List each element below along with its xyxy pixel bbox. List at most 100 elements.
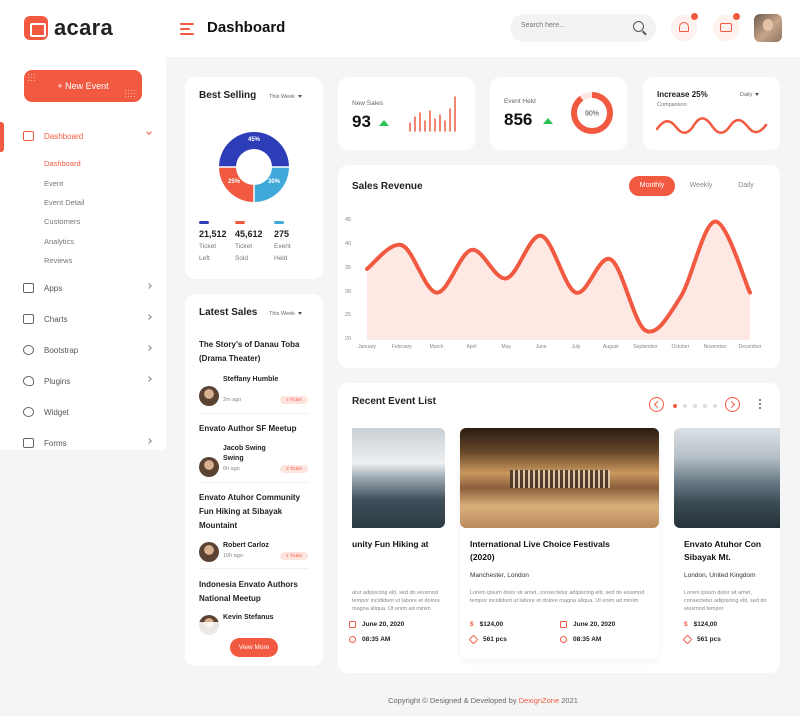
event-description: atur adipiscing elit, sed do eiusmod tem… [352,590,440,612]
footer-text: Copyright © Designed & Developed by [388,696,519,705]
footer: Copyright © Designed & Developed by Dexi… [166,696,800,705]
carousel-next-button[interactable] [725,397,740,412]
sidebar-item-apps[interactable]: Apps [23,283,152,293]
search-icon[interactable] [633,21,644,32]
donut-label-red: 25% [228,179,241,185]
event-pcs: 561 pcs [682,634,721,645]
bell-icon [679,22,689,32]
best-selling-card: Best Selling This Week 45% 25% 30% 21,51… [185,77,323,279]
sidebar: + New Event Dashboard Dashboard Event Ev… [0,57,166,450]
event-held-ring: 90% [571,92,613,134]
brand-logo[interactable]: acara [24,15,113,41]
donut-label-blue: 45% [248,137,261,143]
x-tick-label: October [671,344,690,350]
dots-decoration [27,73,37,81]
clock-icon [560,636,567,643]
sidebar-item-label: Plugins [44,376,71,386]
increase-subtitle: Comparison [657,102,687,108]
best-selling-donut: 45% 25% 30% [219,132,289,202]
footer-brand-link[interactable]: DexignZone [519,696,559,705]
submenu-analytics[interactable]: Analytics [44,237,74,246]
sidebar-item-label: Widget [44,407,69,417]
stat-label: Ticket Left [199,243,217,262]
sidebar-item-charts[interactable]: Charts [23,314,152,324]
donut-label-light: 30% [268,179,281,185]
submenu-customers[interactable]: Customers [44,217,80,226]
x-tick-label: March [429,344,444,350]
legend-swatch [199,221,209,224]
avatar [199,386,219,406]
carousel-prev-button[interactable] [649,397,664,412]
stat-label: Ticket Sold [235,243,253,262]
carousel-dot[interactable] [673,404,677,408]
stat-value: 45,612 [235,229,263,239]
view-more-button[interactable]: View More [230,638,278,657]
new-sales-sparkbars [409,96,456,132]
event-description: Lorem ipsum dolor sit amet, consectetur … [684,590,767,612]
chevron-right-icon [146,345,152,351]
latest-sales-card: Latest Sales This Week The Story’s of Da… [185,294,323,666]
message-icon [720,23,732,32]
x-tick-label: August [602,344,619,350]
sidebar-item-bootstrap[interactable]: Bootstrap [23,345,152,355]
menu-toggle-icon[interactable] [180,23,194,38]
period-dropdown[interactable]: This Week [269,94,302,100]
event-image-concert-hall[interactable] [460,428,659,528]
notification-button[interactable] [671,13,698,41]
top-header: acara Dashboard [0,0,800,57]
new-event-button[interactable]: + New Event [24,70,142,102]
x-tick-label: June [535,344,547,350]
messages-button[interactable] [713,13,740,41]
carousel-dot[interactable] [683,404,687,408]
sidebar-item-dashboard[interactable]: Dashboard [23,129,152,141]
event-price: $ $124,00 [684,621,718,628]
event-price: $ $124,00 [470,621,504,628]
submenu-event[interactable]: Event [44,179,63,188]
new-event-label: + New Event [57,81,109,91]
new-sales-card: New Sales 93 [338,77,475,150]
period-dropdown[interactable]: Daily [740,92,759,98]
carousel-dot[interactable] [693,404,697,408]
event-image-hiking[interactable] [352,428,445,528]
event-title[interactable]: International Live Choice Festivals (2020… [470,538,610,564]
divider [199,568,309,569]
x-tick-label: December [738,344,762,350]
user-avatar[interactable] [754,14,782,42]
calendar-icon [560,621,567,628]
event-title[interactable]: unity Fun Hiking at [352,538,429,551]
ticket-badge: 2 Ticket [280,465,308,473]
sidebar-item-plugins[interactable]: Plugins [23,376,152,386]
submenu-event-detail[interactable]: Event Detail [44,198,84,207]
event-location: London, United Kingdom [684,572,756,579]
sidebar-item-widget[interactable]: Widget [23,407,151,417]
brand-name: acara [54,15,114,40]
card-title: Recent Event List [352,396,436,407]
clock-icon [349,636,356,643]
period-dropdown[interactable]: This Week [269,311,302,317]
submenu-reviews[interactable]: Reviews [44,256,72,265]
sale-event-title[interactable]: Envato Atuhor Community Fun Hiking at Si… [199,491,307,533]
trend-up-icon [543,118,553,124]
sale-event-title[interactable]: The Story’s of Danau Toba (Drama Theater… [199,338,307,366]
sale-event-title[interactable]: Envato Author SF Meetup [199,422,307,436]
sale-event-title[interactable]: Indonesia Envato Authors National Meetup [199,578,307,606]
active-indicator [0,122,4,152]
search-input[interactable] [521,22,621,29]
event-image-mountain[interactable] [674,428,780,528]
sale-time: 6h ago [223,466,240,472]
ticket-badge: 1 Ticket [280,552,308,560]
submenu-dashboard[interactable]: Dashboard [44,159,81,168]
file-icon [23,438,34,448]
carousel-dot[interactable] [703,404,707,408]
sidebar-item-label: Apps [44,283,63,293]
sidebar-item-forms[interactable]: Forms [23,438,152,448]
more-options-icon[interactable] [759,399,761,401]
card-title: Best Selling [199,90,257,101]
sliders-icon [23,314,34,324]
buyer-name: Steffany Humble [223,376,279,383]
x-tick-label: April [466,344,477,350]
carousel-dot[interactable] [713,404,717,408]
ticket-badge: 4 Ticket [280,396,308,404]
event-title[interactable]: Envato Atuhor Con Sibayak Mt. [684,538,761,564]
increase-wave [656,117,768,134]
